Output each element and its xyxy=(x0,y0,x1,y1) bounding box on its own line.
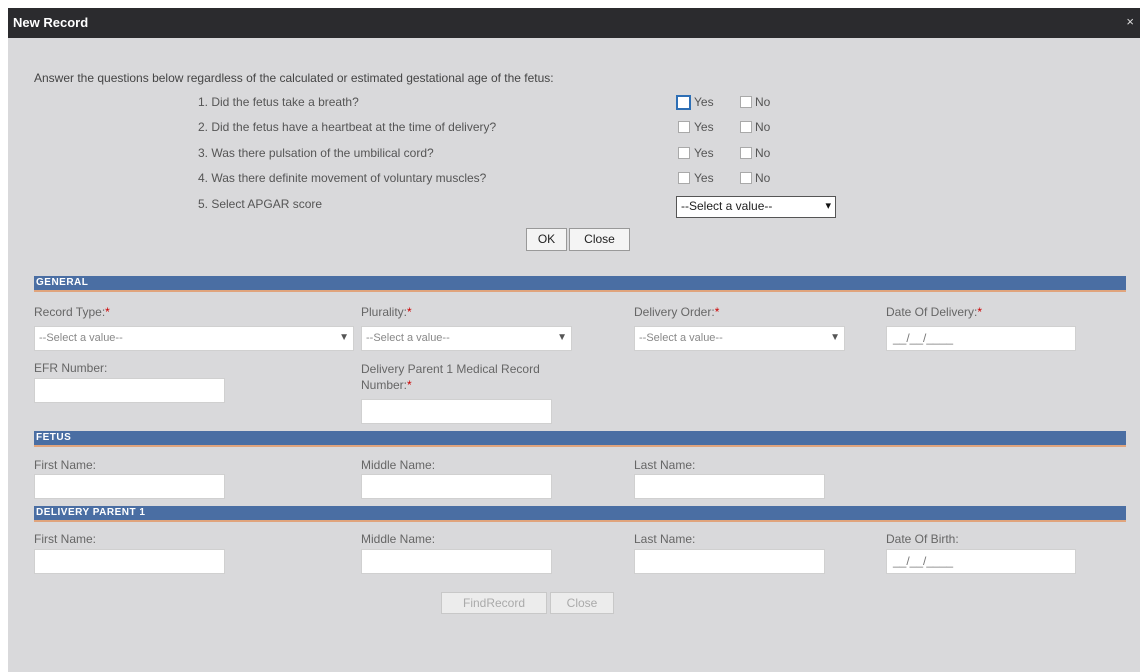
q3-no-checkbox[interactable] xyxy=(740,147,752,159)
efr-number-input[interactable] xyxy=(34,378,225,403)
section-general: General xyxy=(34,276,1126,292)
screening-intro: Answer the questions below regardless of… xyxy=(34,71,554,85)
record-type-label: Record Type:* xyxy=(34,305,110,319)
chevron-down-icon: ▼ xyxy=(830,332,840,343)
q3-yes-label: Yes xyxy=(694,146,714,160)
question-1: 1. Did the fetus take a breath? xyxy=(198,95,359,109)
parent1-first-name-label: First Name: xyxy=(34,532,97,546)
parent1-dob-label: Date Of Birth: xyxy=(886,532,959,546)
date-of-delivery-input[interactable]: __/__/____ xyxy=(886,326,1076,351)
q4-yes-label: Yes xyxy=(694,171,714,185)
parent1-last-name-input[interactable] xyxy=(634,549,825,574)
delivery-order-select[interactable]: --Select a value-- ▼ xyxy=(634,326,845,351)
parent1-last-name-label: Last Name: xyxy=(634,532,696,546)
chevron-down-icon: ▾ xyxy=(825,200,831,212)
parent1-middle-name-label: Middle Name: xyxy=(361,532,436,546)
record-type-value: --Select a value-- xyxy=(39,332,123,344)
dialog-titlebar: New Record × xyxy=(8,8,1140,38)
record-type-select[interactable]: --Select a value-- ▼ xyxy=(34,326,354,351)
chevron-down-icon: ▼ xyxy=(557,332,567,343)
find-record-button[interactable]: FindRecord xyxy=(441,592,547,614)
section-parent1-title: Delivery Parent 1 xyxy=(36,507,146,518)
mrn-input[interactable] xyxy=(361,399,552,424)
plurality-value: --Select a value-- xyxy=(366,332,450,344)
section-fetus-title: Fetus xyxy=(36,432,72,443)
q2-yes-checkbox[interactable] xyxy=(678,121,690,133)
section-delivery-parent-1: Delivery Parent 1 xyxy=(34,506,1126,522)
dialog-title: New Record xyxy=(13,15,89,30)
question-3: 3. Was there pulsation of the umbilical … xyxy=(198,146,434,160)
q2-no-label: No xyxy=(755,120,771,134)
fetus-last-name-label: Last Name: xyxy=(634,458,696,472)
parent1-first-name-input[interactable] xyxy=(34,549,225,574)
apgar-label: 5. Select APGAR score xyxy=(198,197,323,211)
q2-no-checkbox[interactable] xyxy=(740,121,752,133)
q1-yes-label: Yes xyxy=(694,95,714,109)
q4-no-checkbox[interactable] xyxy=(740,172,752,184)
question-4: 4. Was there definite movement of volunt… xyxy=(198,171,487,185)
chevron-down-icon: ▼ xyxy=(339,332,349,343)
ok-button[interactable]: OK xyxy=(526,228,567,251)
fetus-first-name-label: First Name: xyxy=(34,458,97,472)
parent1-middle-name-input[interactable] xyxy=(361,549,552,574)
parent1-dob-input[interactable]: __/__/____ xyxy=(886,549,1076,574)
fetus-middle-name-label: Middle Name: xyxy=(361,458,436,472)
delivery-order-label: Delivery Order:* xyxy=(634,305,720,319)
new-record-dialog: New Record × Answer the questions below … xyxy=(8,8,1140,672)
q4-no-label: No xyxy=(755,171,771,185)
footer-close-button[interactable]: Close xyxy=(550,592,614,614)
efr-number-label: EFR Number: xyxy=(34,361,108,375)
q1-yes-checkbox[interactable] xyxy=(676,95,691,110)
close-button[interactable]: Close xyxy=(569,228,630,251)
apgar-select[interactable]: --Select a value-- ▾ xyxy=(676,196,836,218)
close-icon[interactable]: × xyxy=(1126,14,1134,29)
q2-yes-label: Yes xyxy=(694,120,714,134)
q1-no-checkbox[interactable] xyxy=(740,96,752,108)
apgar-select-value: --Select a value-- xyxy=(681,199,773,213)
q4-yes-checkbox[interactable] xyxy=(678,172,690,184)
q3-no-label: No xyxy=(755,146,771,160)
fetus-last-name-input[interactable] xyxy=(634,474,825,499)
question-2: 2. Did the fetus have a heartbeat at the… xyxy=(198,120,497,134)
plurality-select[interactable]: --Select a value-- ▼ xyxy=(361,326,572,351)
section-fetus: Fetus xyxy=(34,431,1126,447)
date-of-delivery-label: Date Of Delivery:* xyxy=(886,305,983,319)
plurality-label: Plurality:* xyxy=(361,305,412,319)
delivery-order-value: --Select a value-- xyxy=(639,332,723,344)
q1-no-label: No xyxy=(755,95,771,109)
q3-yes-checkbox[interactable] xyxy=(678,147,690,159)
fetus-middle-name-input[interactable] xyxy=(361,474,552,499)
mrn-label: Delivery Parent 1 Medical Record Number:… xyxy=(361,362,540,392)
section-general-title: General xyxy=(36,277,89,288)
fetus-first-name-input[interactable] xyxy=(34,474,225,499)
